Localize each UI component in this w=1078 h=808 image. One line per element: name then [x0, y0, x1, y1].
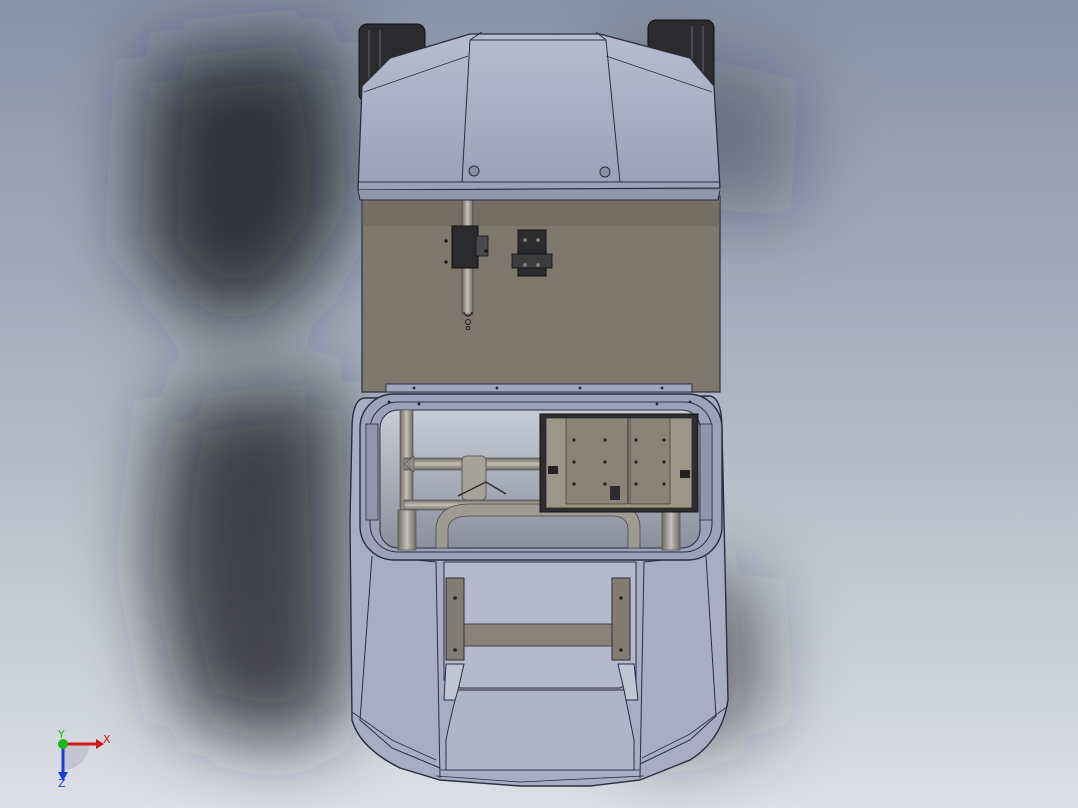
triad-y-label: Y — [58, 728, 65, 741]
cad-viewport[interactable]: X Y Z — [0, 0, 1078, 808]
battery-box[interactable] — [539, 413, 699, 513]
cargo-bay[interactable] — [443, 561, 639, 771]
accelerator-pedal[interactable] — [511, 229, 553, 277]
left-seat-post[interactable] — [445, 577, 465, 661]
right-seat-post[interactable] — [611, 577, 631, 661]
golf-cart-model[interactable] — [0, 0, 1078, 808]
floor-panel[interactable] — [361, 195, 721, 393]
triad-z-label: Z — [58, 777, 66, 790]
front-hood[interactable] — [357, 31, 721, 201]
triad-x-label: X — [103, 733, 111, 746]
coordinate-triad-icon — [58, 739, 104, 781]
